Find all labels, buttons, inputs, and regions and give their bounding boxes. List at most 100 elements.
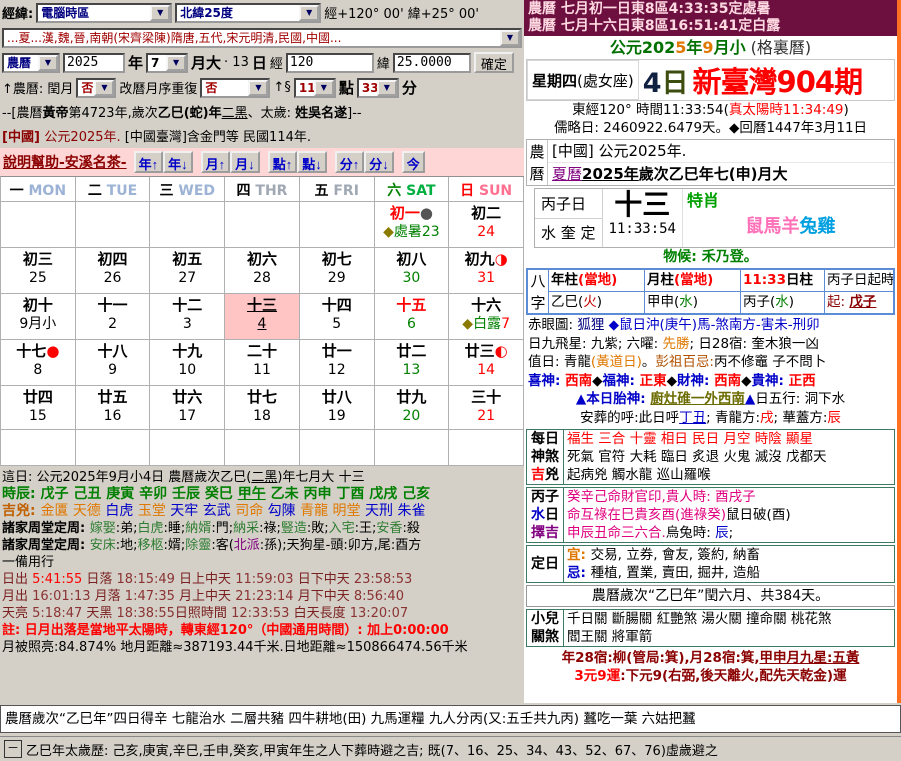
- chevron-down-icon[interactable]: ▼: [299, 5, 319, 21]
- taishen-line: ▲本日胎神: 廚灶碓一外西南▲日五行: 洞下水: [524, 390, 897, 409]
- calendar-cell[interactable]: 十一2: [76, 293, 151, 339]
- chevron-down-icon[interactable]: ▼: [94, 80, 114, 96]
- weekday-sat: 六 SAT: [375, 177, 450, 201]
- toolbar-button-5[interactable]: 點↓: [297, 151, 327, 173]
- longitude-input[interactable]: [286, 53, 374, 73]
- minute-label: 分: [402, 77, 417, 98]
- calendar-cell[interactable]: 廿一12: [300, 339, 375, 385]
- toolbar-button-2[interactable]: 月↑: [201, 151, 231, 173]
- calendar-cell[interactable]: 十九10: [150, 339, 225, 385]
- chevron-down-icon[interactable]: ▼: [150, 5, 170, 21]
- calendar-cell[interactable]: [76, 429, 151, 465]
- calendar-cell[interactable]: 廿七18: [225, 385, 300, 429]
- longitude-label: 經: [270, 53, 283, 72]
- calendar-cell[interactable]: 十三4: [225, 293, 300, 339]
- year-proverbs-box: 農曆歲次“乙巳年”四日得辛 七龍治水 二層共豬 四牛耕地(田) 九馬運糧 九人分…: [0, 705, 901, 733]
- solar-term-line-chushu: 農曆 七月初一日東8區4:33:35定處暑: [528, 1, 893, 18]
- toolbar-button-8[interactable]: 今: [402, 151, 425, 173]
- minute-select[interactable]: 33 ▼: [357, 78, 399, 98]
- month-select[interactable]: 7 ▼: [146, 53, 188, 73]
- calendar-cell[interactable]: 十四5: [300, 293, 375, 339]
- chevron-down-icon[interactable]: ▼: [38, 55, 58, 71]
- bazi-hour-pillar-head: 丙子日起時: [825, 270, 893, 292]
- weekday-mon: 一 MON: [1, 177, 76, 201]
- calendar-cell[interactable]: 十七●8: [1, 339, 76, 385]
- calendar-cell[interactable]: 十八9: [76, 339, 151, 385]
- calendar-cell[interactable]: 初五27: [150, 247, 225, 293]
- calendar-cell[interactable]: [1, 201, 76, 247]
- calendar-cell[interactable]: 初六28: [225, 247, 300, 293]
- calendar-cell[interactable]: 初二24: [449, 201, 524, 247]
- calendar-cell[interactable]: [300, 201, 375, 247]
- calendar-cell[interactable]: 十五6: [375, 293, 450, 339]
- calendar-type-select[interactable]: 農曆 ▼: [2, 53, 60, 73]
- calendar-cell[interactable]: 廿八19: [300, 385, 375, 429]
- calendar-cell[interactable]: [300, 429, 375, 465]
- calendar-cell[interactable]: [449, 429, 524, 465]
- timezone-select[interactable]: 電腦時區 ▼: [36, 3, 172, 23]
- latitude-input[interactable]: [393, 53, 471, 73]
- day-label: 日: [252, 52, 267, 73]
- year-input[interactable]: [63, 53, 125, 73]
- coord-label: 經緯:: [2, 3, 33, 22]
- daylight-line: 天亮 5:18:47 天黑 18:38:55日照時間 12:33:53 白天長度…: [0, 605, 524, 622]
- calendar-cell[interactable]: 初七29: [300, 247, 375, 293]
- chevron-down-icon[interactable]: ▼: [248, 80, 268, 96]
- calendar-cell[interactable]: 三十21: [449, 385, 524, 429]
- hour-select[interactable]: 11 ▼: [294, 78, 336, 98]
- weekday-tue: 二 TUE: [76, 177, 151, 201]
- latitude-preset-select[interactable]: 北緯25度 ▼: [175, 3, 321, 23]
- calendar-cell[interactable]: 十六◆白露7: [449, 293, 524, 339]
- toolbar-button-4[interactable]: 點↑: [268, 151, 298, 173]
- confirm-button[interactable]: 確定: [474, 52, 514, 73]
- help-link[interactable]: 說明幫助-安溪名茶-: [3, 152, 127, 172]
- bazi-month-pillar-head: 月柱(當地): [645, 270, 741, 292]
- calendar-cell[interactable]: 初九◑31: [449, 247, 524, 293]
- calendar-cell[interactable]: [375, 429, 450, 465]
- calendar-cell[interactable]: 廿二13: [375, 339, 450, 385]
- calendar-cell[interactable]: 十二3: [150, 293, 225, 339]
- toolbar-button-3[interactable]: 月↓: [230, 151, 260, 173]
- collapse-marker[interactable]: －: [4, 740, 22, 758]
- bazi-hour-pillar: 起: 戊子: [825, 292, 893, 313]
- chevron-down-icon[interactable]: ▼: [166, 55, 186, 71]
- chevron-down-icon[interactable]: ▼: [314, 80, 334, 96]
- calendar-cell[interactable]: 廿三◐14: [449, 339, 524, 385]
- calendar-cell[interactable]: [1, 429, 76, 465]
- calendar-cell[interactable]: 初四26: [76, 247, 151, 293]
- calendar-cell[interactable]: 初八30: [375, 247, 450, 293]
- calendar-cell[interactable]: 初一●◆處暑23: [375, 201, 450, 247]
- toolbar-button-1[interactable]: 年↓: [163, 151, 193, 173]
- calendar-cell[interactable]: [76, 201, 151, 247]
- toolbar-button-7[interactable]: 分↓: [364, 151, 394, 173]
- calendar-cell[interactable]: 初十9月小: [1, 293, 76, 339]
- calendar-cell[interactable]: 廿六17: [150, 385, 225, 429]
- weekday-zodiac: 星期四(處女座): [527, 60, 639, 100]
- bazi-day-pillar-head: 11:33日柱: [741, 270, 825, 292]
- toolbar-button-0[interactable]: 年↑: [134, 151, 164, 173]
- right-panel: 農曆 七月初一日東8區4:33:35定處暑 農曆 七月十六日東8區16:51:4…: [524, 0, 901, 703]
- leap-month-select[interactable]: 否 ▼: [76, 78, 116, 98]
- wuhou-line: 物候: 禾乃登。: [524, 248, 897, 267]
- calendar-grid: 初一●◆處暑23初二24 初三25初四26初五27初六28初七29初八30初九◑3…: [0, 201, 524, 465]
- calendar-cell[interactable]: 廿四15: [1, 385, 76, 429]
- calendar-cell[interactable]: 初三25: [1, 247, 76, 293]
- bazi-day-pillar: 丙子(水): [741, 292, 825, 313]
- calendar-cell[interactable]: [225, 201, 300, 247]
- zeji-label: 丙子水日擇吉: [527, 488, 564, 542]
- toolbar-button-6[interactable]: 分↑: [335, 151, 365, 173]
- day-elements: 水 奎 定: [535, 219, 602, 248]
- calendar-cell[interactable]: 廿五16: [76, 385, 151, 429]
- repeat-select[interactable]: 否 ▼: [200, 78, 270, 98]
- calendar-cell[interactable]: [225, 429, 300, 465]
- era-select[interactable]: ...夏...漢,魏,晉,南朝(宋齊梁陳)隋唐,五代,宋元明清,民國,中國...…: [2, 28, 522, 48]
- calendar-cell[interactable]: 二十11: [225, 339, 300, 385]
- shensha-content: 福生 三合 十靈 相日 民日 月空 時陰 顯星死氣 官符 大耗 臨日 炙退 火鬼…: [564, 430, 894, 484]
- feixing-line: 日九飛星: 九紫; 六曜: 先勝; 日28宿: 奎木狼一凶: [524, 335, 897, 354]
- chevron-down-icon[interactable]: ▼: [500, 30, 520, 46]
- chevron-down-icon[interactable]: ▼: [377, 80, 397, 96]
- calendar-cell[interactable]: [150, 201, 225, 247]
- bazi-label: 八 字: [528, 270, 549, 313]
- calendar-cell[interactable]: 廿九20: [375, 385, 450, 429]
- calendar-cell[interactable]: [150, 429, 225, 465]
